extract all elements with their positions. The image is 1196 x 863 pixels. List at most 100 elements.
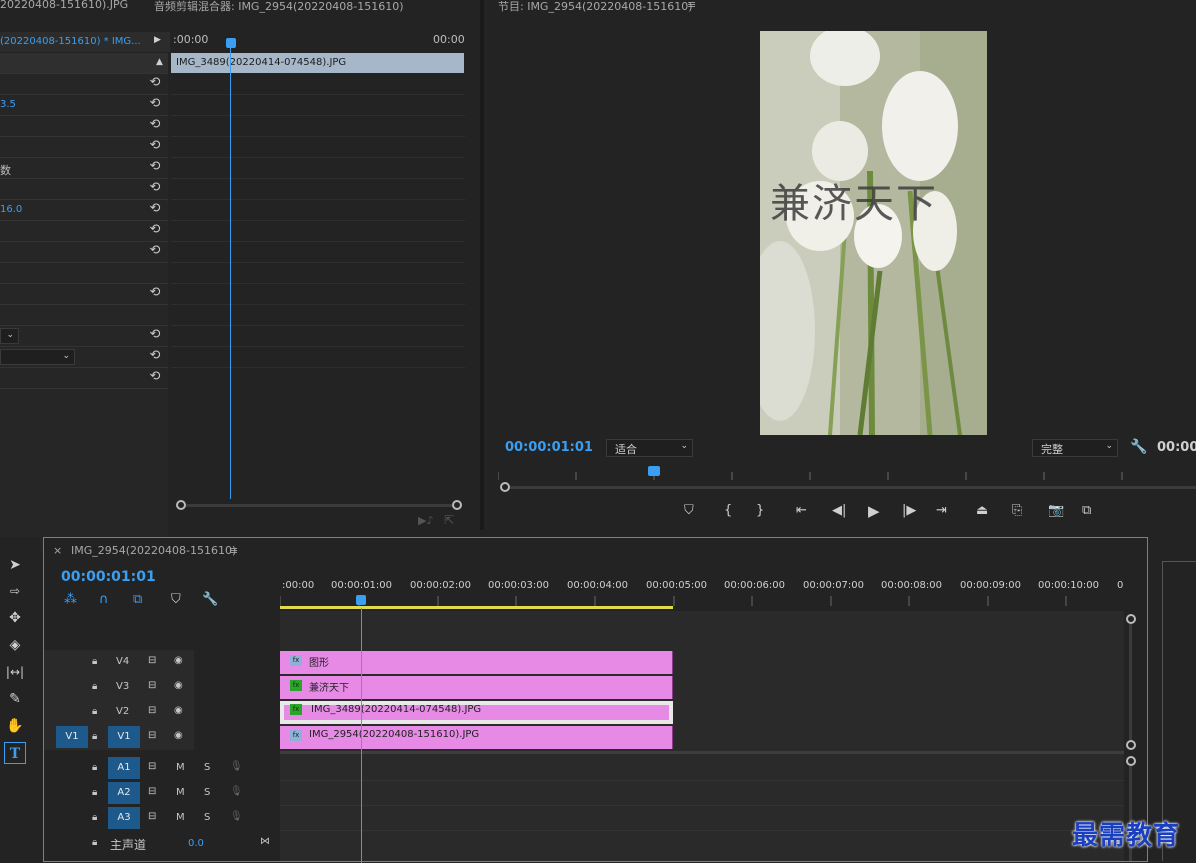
clip-selector[interactable]: (20220408-151610) * IMG... ▶ [0,32,170,52]
timeline-settings-wrench-icon[interactable]: 🔧 [202,592,218,607]
title-overlay-text[interactable]: 兼济天下 [770,171,938,229]
playhead-handle[interactable] [226,38,236,48]
lock-icon[interactable]: 🔒︎ [92,812,97,823]
pen-icon[interactable]: ✎ [4,688,26,710]
scroll-handle-right[interactable] [452,500,462,510]
track-name[interactable]: V3 [116,681,129,692]
property-value[interactable]: 16.0 [0,204,22,215]
mute-button[interactable]: M [176,787,185,798]
property-row[interactable]: ⟲ [0,74,168,95]
clip-bar[interactable]: IMG_3489(20220414-074548).JPG [171,53,464,73]
track-target-a2[interactable]: A2 [108,782,140,804]
go-to-in-icon[interactable]: ⇤ [796,503,807,518]
effect-header-row[interactable]: ▲ [0,53,168,74]
reset-icon[interactable]: ⟲ [148,181,162,195]
clip-img-2954[interactable]: fx IMG_2954(20220408-151610).JPG [280,726,673,749]
reset-icon[interactable]: ⟲ [148,160,162,174]
audio-clip-mixer-tab[interactable]: 音频剪辑混合器: IMG_2954(20220408-151610) [154,0,404,14]
lock-icon[interactable]: 🔒︎ [92,731,97,742]
scroll-handle-left[interactable] [176,500,186,510]
monitor-time-ruler[interactable] [497,466,1196,480]
nest-icon[interactable]: ⁂ [64,592,77,607]
reset-icon[interactable]: ⟲ [148,349,162,363]
property-value[interactable]: 3.5 [0,99,16,110]
reset-icon[interactable]: ⟲ [148,97,162,111]
reset-icon[interactable]: ⟲ [148,223,162,237]
source-patch-v1[interactable]: V1 [56,726,88,748]
go-to-out-icon[interactable]: ⇥ [936,503,947,518]
timeline-timecode[interactable]: 00:00:01:01 [61,569,156,585]
solo-button[interactable]: S [204,787,210,798]
property-row[interactable]: 数 ⟲ [0,158,168,179]
sync-lock-icon[interactable]: ⊟ [148,761,156,772]
keyframe-area[interactable]: :00:00 00:00 IMG_3489(20220414-074548).J… [171,32,465,502]
step-forward-icon[interactable]: |▶ [902,503,916,518]
close-tab-icon[interactable]: × [53,544,62,557]
clip-title[interactable]: fx 兼济天下 [280,676,673,699]
master-volume-value[interactable]: 0.0 [188,838,204,849]
property-row[interactable]: ⟲ [0,221,168,242]
playhead-timecode[interactable]: 00:00:01:01 [505,440,593,455]
scroll-handle[interactable] [1126,756,1136,766]
marker-icon[interactable]: ⛉ [684,503,694,518]
sync-lock-icon[interactable]: ⊟ [148,730,156,741]
effect-controls-tab[interactable]: 20220408-151610).JPG [0,0,128,11]
reset-icon[interactable]: ⟲ [148,370,162,384]
lock-icon[interactable]: 🔒︎ [92,837,97,848]
property-row[interactable]: 16.0 ⟲ [0,200,168,221]
property-row[interactable]: ⌄ ⟲ [0,347,168,368]
step-back-icon[interactable]: ◀︎| [832,503,846,518]
microphone-icon[interactable]: 🎙︎ [230,761,243,772]
microphone-icon[interactable]: 🎙︎ [230,811,243,822]
mark-out-icon[interactable]: } [756,503,764,518]
add-marker-icon[interactable]: ⛉ [171,592,181,607]
mute-button[interactable]: M [176,762,185,773]
eye-icon[interactable]: ◉ [174,655,183,666]
export-frame-icon[interactable]: 📷 [1048,503,1064,518]
reset-icon[interactable]: ⟲ [148,76,162,90]
track-divider[interactable] [280,751,1125,754]
scroll-handle[interactable] [1126,614,1136,624]
property-row[interactable]: ⟲ [0,368,168,389]
solo-button[interactable]: S [204,812,210,823]
play-icon[interactable]: ▶ [868,502,880,520]
eye-icon[interactable]: ◉ [174,705,183,716]
microphone-icon[interactable]: 🎙︎ [230,786,243,797]
track-target-a1[interactable]: A1 [108,757,140,779]
go-to-end-icon[interactable]: ⋈ [260,836,270,847]
sync-lock-icon[interactable]: ⊟ [148,680,156,691]
lock-icon[interactable]: 🔒︎ [92,706,97,717]
reset-icon[interactable]: ⟲ [148,244,162,258]
linked-selection-icon[interactable]: ⧉ [133,592,142,607]
sync-lock-icon[interactable]: ⊟ [148,786,156,797]
solo-button[interactable]: S [204,762,210,773]
monitor-playhead[interactable] [648,466,660,476]
track-target-a3[interactable]: A3 [108,807,140,829]
filter-icon[interactable]: ▶♪ [418,514,433,527]
eye-icon[interactable]: ◉ [174,730,183,741]
clip-graphic[interactable]: fx 图形 [280,651,673,674]
clip-img-3489-selected[interactable]: fx IMG_3489(20220414-074548).JPG [280,701,673,724]
timeline-playhead-handle[interactable] [356,595,366,605]
razor-icon[interactable]: ◈ [4,634,26,656]
property-row[interactable]: ⟲ [0,284,168,305]
zoom-level-dropdown[interactable]: 适合 ⌄ [606,439,693,457]
slip-icon[interactable]: |↔| [4,661,26,683]
reset-icon[interactable]: ⟲ [148,118,162,132]
property-row[interactable]: ⟲ [0,242,168,263]
hand-icon[interactable]: ✋ [4,715,26,737]
track-target-v1[interactable]: V1 [108,726,140,748]
program-monitor-title[interactable]: 节目: IMG_2954(20220408-151610) [498,0,693,14]
zoom-scroll-handle[interactable] [500,482,510,492]
playback-resolution-dropdown[interactable]: 完整 ⌄ [1032,439,1118,457]
extract-icon[interactable]: ⎘ [1012,503,1022,518]
lock-icon[interactable]: 🔒︎ [92,762,97,773]
keyframe-zoom-scrollbar[interactable] [176,500,462,510]
lock-icon[interactable]: 🔒︎ [92,656,97,667]
property-row[interactable]: ⟲ [0,179,168,200]
track-select-icon[interactable]: ⇨ [4,580,26,602]
wrench-icon[interactable]: 🔧 [1130,439,1147,455]
reset-icon[interactable]: ⟲ [148,286,162,300]
sync-lock-icon[interactable]: ⊟ [148,705,156,716]
type-tool-icon[interactable]: T [4,742,26,764]
